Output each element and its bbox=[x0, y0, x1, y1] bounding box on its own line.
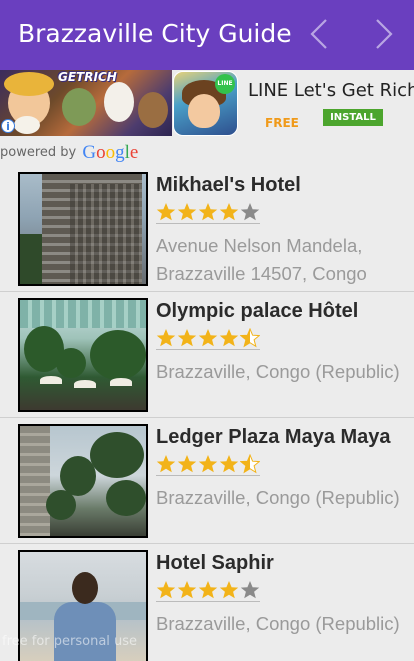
ad-banner-text: GETRICH bbox=[58, 70, 117, 84]
powered-by-google: powered by Google bbox=[0, 140, 139, 163]
star-full-icon bbox=[177, 329, 197, 347]
star-full-icon bbox=[156, 329, 176, 347]
hotel-list-item[interactable]: Ledger Plaza Maya Maya Brazzaville, Cong… bbox=[0, 418, 414, 544]
chevron-right-icon bbox=[376, 19, 393, 49]
hotel-thumbnail bbox=[18, 298, 148, 412]
hotel-name: Hotel Saphir bbox=[156, 552, 274, 574]
watermark: free for personal use bbox=[2, 634, 138, 649]
ad-price-label: FREE bbox=[265, 116, 299, 130]
info-icon[interactable]: i bbox=[1, 119, 15, 133]
line-badge: LINE bbox=[215, 74, 235, 94]
star-full-icon bbox=[177, 203, 197, 221]
app-bar: Brazzaville City Guide bbox=[0, 0, 414, 70]
hotel-address: Brazzaville, Congo (Republic) bbox=[156, 487, 400, 508]
hotel-thumbnail bbox=[18, 172, 148, 286]
star-full-icon bbox=[156, 455, 176, 473]
star-half-icon bbox=[239, 327, 261, 348]
star-full-icon bbox=[198, 203, 218, 221]
ad-banner-image[interactable]: GETRICH i bbox=[0, 70, 172, 136]
star-full-icon bbox=[177, 455, 197, 473]
app-title: Brazzaville City Guide bbox=[18, 19, 292, 48]
powered-by-label: powered by bbox=[0, 145, 77, 160]
previous-button[interactable] bbox=[300, 14, 340, 54]
star-half-icon bbox=[239, 453, 261, 474]
ad-app-name[interactable]: LINE Let's Get Rich bbox=[248, 80, 414, 101]
star-full-icon bbox=[219, 329, 239, 347]
hotel-list[interactable]: Mikhael's Hotel Avenue Nelson Mandela, B… bbox=[0, 166, 414, 661]
hotel-name: Ledger Plaza Maya Maya bbox=[156, 426, 391, 448]
chevron-left-icon bbox=[310, 19, 327, 49]
star-rating bbox=[156, 580, 261, 600]
star-rating bbox=[156, 327, 261, 348]
star-full-icon bbox=[198, 455, 218, 473]
hotel-address: Avenue Nelson Mandela, Brazzaville 14507… bbox=[156, 235, 367, 284]
star-full-icon bbox=[198, 581, 218, 599]
star-full-icon bbox=[219, 455, 239, 473]
star-full-icon bbox=[156, 203, 176, 221]
star-rating bbox=[156, 453, 261, 474]
hotel-name: Mikhael's Hotel bbox=[156, 174, 301, 196]
star-empty-icon bbox=[240, 581, 260, 599]
hotel-list-item[interactable]: Olympic palace Hôtel Brazzaville, Congo … bbox=[0, 292, 414, 418]
hotel-name: Olympic palace Hôtel bbox=[156, 300, 359, 322]
hotel-address: Brazzaville, Congo (Republic) bbox=[156, 613, 400, 634]
hotel-thumbnail bbox=[18, 424, 148, 538]
ad-banner[interactable]: GETRICH i LINE LINE Let's Get Rich FREE … bbox=[0, 70, 414, 163]
star-full-icon bbox=[198, 329, 218, 347]
next-button[interactable] bbox=[363, 14, 403, 54]
star-full-icon bbox=[177, 581, 197, 599]
ad-app-icon[interactable]: LINE bbox=[173, 71, 238, 136]
hotel-list-item[interactable]: Mikhael's Hotel Avenue Nelson Mandela, B… bbox=[0, 166, 414, 292]
google-logo: Google bbox=[82, 142, 139, 163]
star-full-icon bbox=[219, 203, 239, 221]
ad-install-button[interactable]: INSTALL bbox=[323, 109, 383, 126]
star-full-icon bbox=[156, 581, 176, 599]
star-empty-icon bbox=[240, 203, 260, 221]
star-full-icon bbox=[219, 581, 239, 599]
star-rating bbox=[156, 202, 261, 222]
hotel-address: Brazzaville, Congo (Republic) bbox=[156, 361, 400, 382]
